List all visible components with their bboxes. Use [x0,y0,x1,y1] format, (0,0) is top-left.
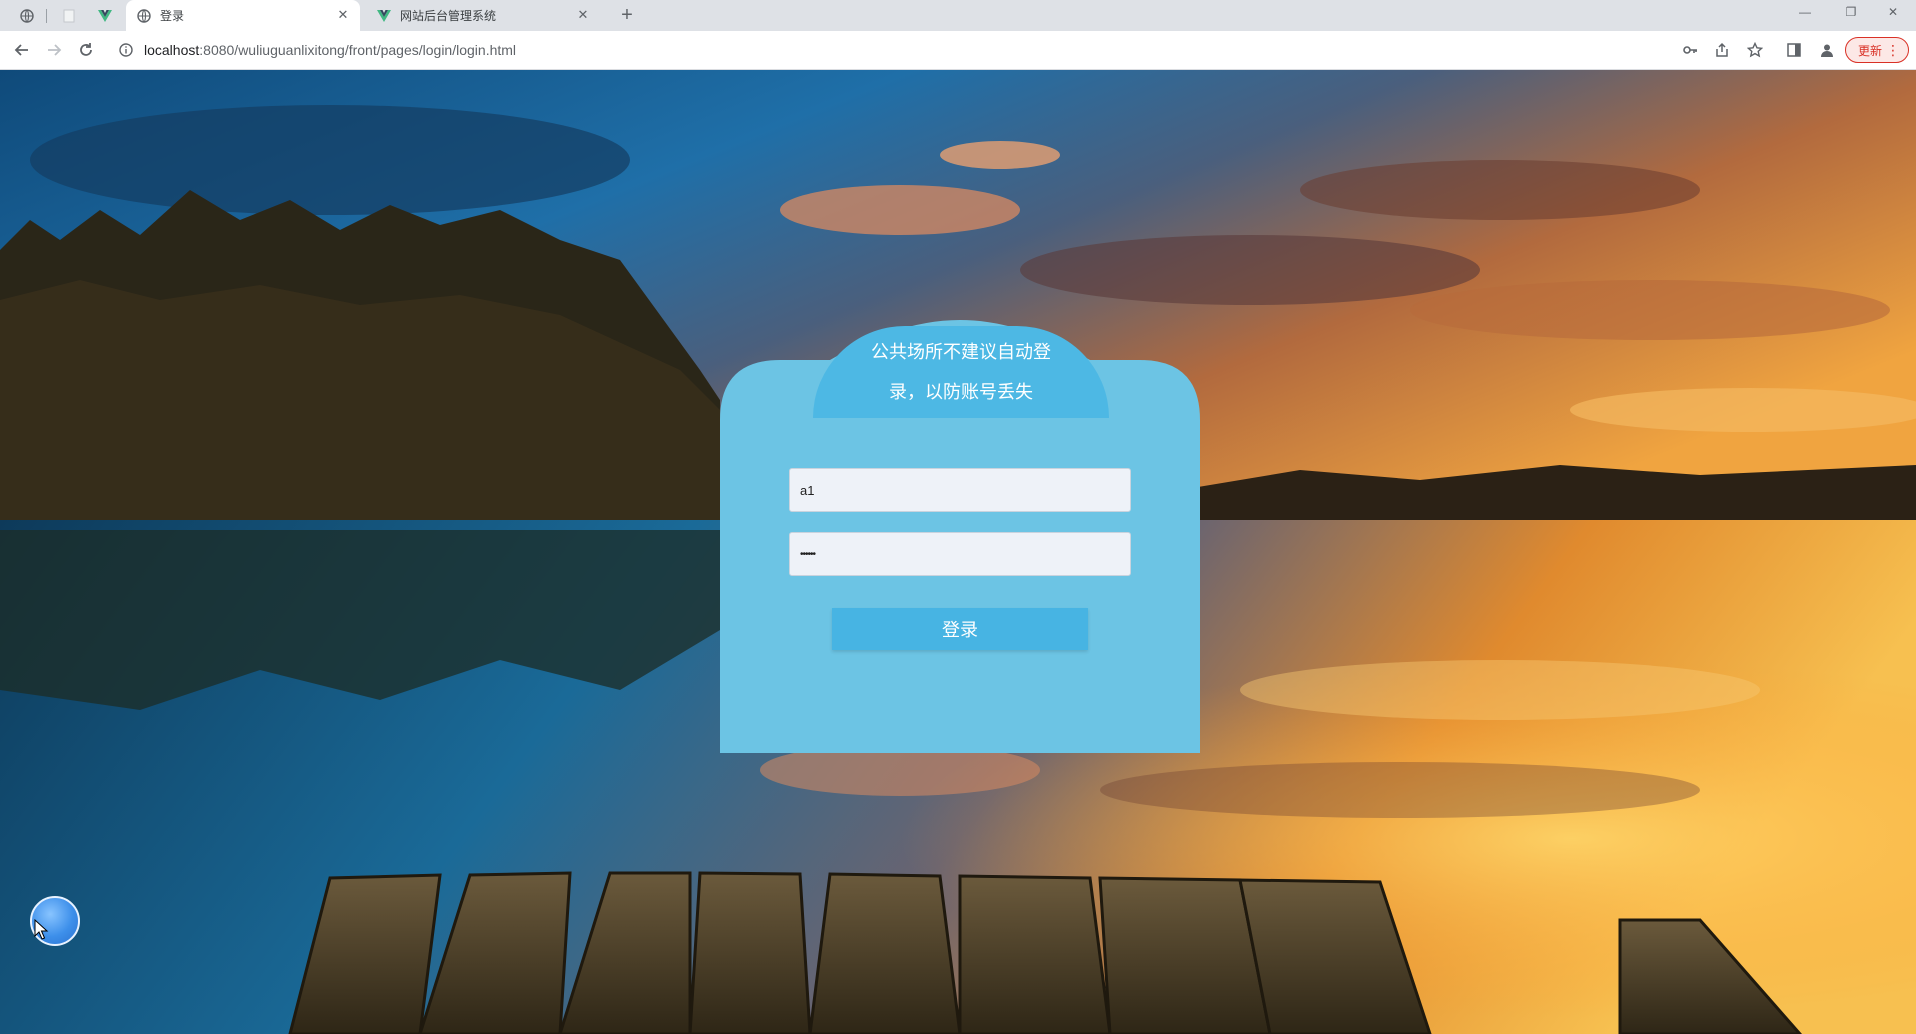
kebab-menu-icon[interactable]: ⋮ [1886,43,1900,57]
plus-icon[interactable]: + [615,4,639,28]
login-button[interactable]: 登录 [832,608,1088,650]
browser-toolbar: localhost:8080/wuliuguanlixitong/front/p… [0,31,1916,70]
url-host: localhost [144,42,200,58]
profile-icon[interactable] [1817,40,1837,60]
info-icon[interactable] [118,42,134,58]
pinned-tab-3[interactable] [88,0,122,31]
tab-title: 登录 [160,9,185,23]
close-icon[interactable]: ✕ [576,8,590,22]
vue-icon [376,8,392,24]
globe-icon [19,8,35,24]
update-button[interactable]: 更新 ⋮ [1845,37,1909,63]
restore-icon[interactable]: ❐ [1828,0,1874,31]
blank-icon [61,8,77,24]
notice-line-2: 录，以防账号丢失 [889,382,1033,402]
password-input[interactable]: •••••• [789,532,1131,576]
close-icon[interactable]: ✕ [336,8,350,22]
back-icon[interactable] [10,38,34,62]
tab-login[interactable]: 登录 ✕ [126,0,360,31]
globe-icon [136,8,152,24]
forward-icon[interactable] [42,38,66,62]
minimize-icon[interactable]: — [1782,0,1828,31]
update-label: 更新 [1858,43,1883,58]
tab-admin[interactable]: 网站后台管理系统 ✕ [366,0,600,31]
sidebar-icon[interactable] [1784,40,1804,60]
page-viewport: 公共场所不建议自动登 录，以防账号丢失 a1 •••••• 登录 [0,70,1916,1034]
pinned-tab-1[interactable] [10,0,44,31]
notice-line-1: 公共场所不建议自动登 [871,342,1051,362]
login-card: 公共场所不建议自动登 录，以防账号丢失 a1 •••••• 登录 [720,320,1200,753]
username-value: a1 [800,482,815,498]
key-icon[interactable] [1680,40,1700,60]
tab-strip: 登录 ✕ 网站后台管理系统 ✕ + — ❐ ✕ [0,0,1916,31]
login-button-label: 登录 [942,620,978,640]
window-close-icon[interactable]: ✕ [1870,0,1916,31]
mouse-cursor-icon [34,919,49,940]
vue-icon [97,8,113,24]
url-path: :8080/wuliuguanlixitong/front/pages/logi… [199,42,517,58]
pinned-tab-2[interactable] [52,0,86,31]
star-icon[interactable] [1745,40,1765,60]
password-value: •••••• [800,548,816,560]
username-input[interactable]: a1 [789,468,1131,512]
reload-icon[interactable] [74,38,98,62]
security-notice: 公共场所不建议自动登 录，以防账号丢失 [813,326,1109,418]
tab-title: 网站后台管理系统 [400,9,497,23]
share-icon[interactable] [1712,40,1732,60]
address-bar[interactable]: localhost:8080/wuliuguanlixitong/front/p… [110,35,1650,65]
